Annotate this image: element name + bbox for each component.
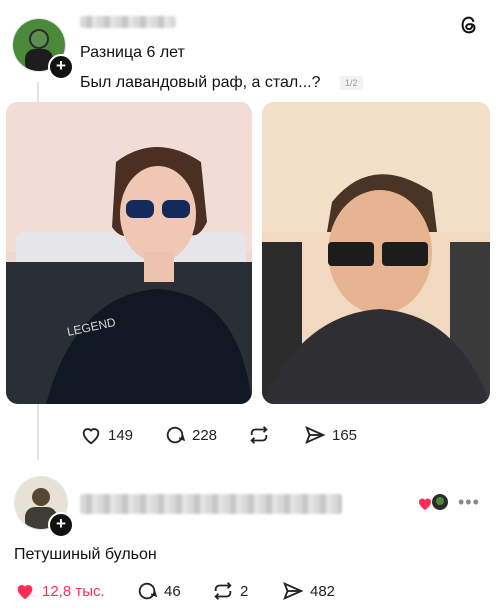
photo-2[interactable] — [262, 102, 490, 404]
media-counter: 1/2 — [340, 76, 363, 90]
comment-count: 228 — [192, 426, 218, 444]
post2-text: Петушиный бульон — [14, 546, 157, 563]
more-options-icon[interactable]: ••• — [458, 492, 480, 513]
username-blurred[interactable] — [80, 16, 176, 28]
comment-button-2[interactable]: 46 — [136, 580, 181, 602]
share-count: 165 — [332, 426, 358, 444]
comment-icon-2 — [138, 582, 158, 600]
like-button[interactable]: 149 — [80, 424, 133, 446]
share-button-2[interactable]: 482 — [282, 580, 335, 602]
share-count-2: 482 — [310, 582, 336, 600]
heart-filled-icon — [17, 585, 33, 600]
photo-1[interactable]: LEGEND — [6, 102, 252, 404]
post-title: Разница 6 лет — [80, 44, 185, 61]
repost-count-2: 2 — [240, 582, 249, 600]
like-button-2[interactable]: 12,8 тыс. — [14, 580, 105, 602]
heart-icon — [82, 428, 100, 445]
post-text: Был лавандовый раф, а стал...? — [80, 74, 321, 91]
liked-by-badge — [418, 494, 450, 512]
follow-plus-button-2[interactable]: + — [48, 512, 74, 538]
like-count: 149 — [108, 426, 134, 444]
threads-logo-icon[interactable] — [458, 14, 480, 41]
repost-button-2[interactable]: 2 — [212, 580, 248, 602]
follow-plus-button[interactable]: + — [48, 54, 74, 80]
comment-button[interactable]: 228 — [164, 424, 217, 446]
repost-button[interactable] — [248, 424, 270, 446]
comment-count-2: 46 — [164, 582, 181, 600]
like-count-2: 12,8 тыс. — [42, 582, 105, 600]
share-button[interactable]: 165 — [304, 424, 357, 446]
repost-icon — [250, 426, 268, 444]
username-blurred-2[interactable] — [80, 494, 342, 514]
send-icon-2 — [283, 581, 304, 601]
send-icon — [305, 425, 326, 445]
repost-icon-2 — [214, 582, 232, 600]
comment-icon — [166, 426, 186, 444]
